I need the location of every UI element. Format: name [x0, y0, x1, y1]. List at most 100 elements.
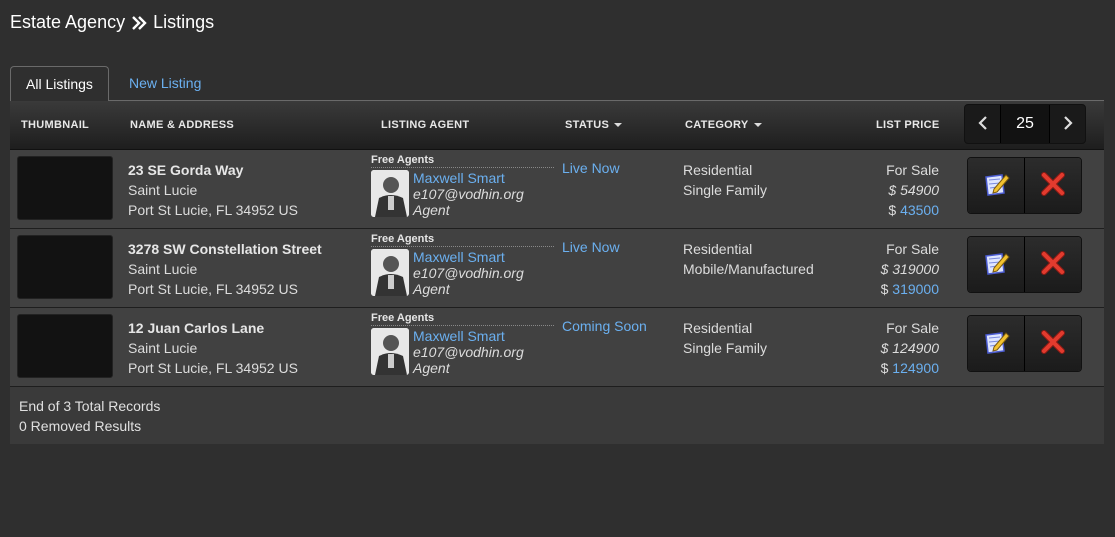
agent-name-link[interactable]: Maxwell Smart: [413, 170, 524, 186]
header-category-sort[interactable]: Category: [685, 101, 762, 150]
pager-next-button[interactable]: [1049, 105, 1085, 143]
agent-group: Free Agents: [371, 154, 554, 168]
breadcrumb-current: Listings: [153, 12, 215, 32]
category-sub: Single Family: [683, 182, 768, 198]
caret-down-icon: [614, 123, 623, 128]
listing-category: Residential Mobile/Manufactured: [683, 239, 814, 279]
agent-name-link[interactable]: Maxwell Smart: [413, 328, 524, 344]
listing-category: Residential Single Family: [683, 160, 767, 200]
listing-street[interactable]: 3278 SW Constellation Street: [128, 239, 322, 259]
chevron-left-icon: [977, 115, 989, 134]
caret-down-icon: [753, 123, 762, 128]
pager-prev-button[interactable]: [965, 105, 1001, 143]
listing-area: Saint Lucie: [128, 261, 198, 277]
total-records: End of 3 Total Records: [19, 398, 161, 414]
agent-role: Agent: [413, 360, 450, 376]
delete-x-icon: [1040, 171, 1066, 200]
listing-street[interactable]: 23 SE Gorda Way: [128, 160, 298, 180]
listing-city: Port St Lucie, FL 34952 US: [128, 202, 298, 218]
edit-pencil-icon: [982, 328, 1010, 359]
delete-button[interactable]: [1024, 316, 1081, 371]
chevron-right-icon: [1062, 115, 1074, 134]
removed-results: 0 Removed Results: [19, 418, 142, 434]
breadcrumb-root[interactable]: Estate Agency: [10, 12, 125, 33]
edit-button[interactable]: [968, 158, 1024, 213]
edit-button[interactable]: [968, 316, 1024, 371]
category-sub: Mobile/Manufactured: [683, 261, 814, 277]
category-main: Residential: [683, 320, 753, 336]
listings-table: Thumbnail Name & Address Listing Agent S…: [10, 101, 1104, 444]
listing-price: For Sale $ 54900 $ 43500: [886, 160, 939, 220]
listing-category: Residential Single Family: [683, 318, 767, 358]
listing-status[interactable]: Live Now: [562, 160, 620, 176]
listing-price: For Sale $ 124900 $ 124900: [881, 318, 939, 378]
delete-x-icon: [1040, 329, 1066, 358]
listing-thumbnail[interactable]: [17, 156, 113, 220]
price-original: $ 124900: [880, 340, 939, 356]
agent-group: Free Agents: [371, 312, 554, 326]
delete-x-icon: [1040, 250, 1066, 279]
page-size-pager: 25: [964, 104, 1086, 144]
agent-group: Free Agents: [371, 233, 554, 247]
table-row: 3278 SW Constellation Street Saint Lucie…: [10, 229, 1104, 308]
header-listing-agent: Listing Agent: [381, 119, 470, 131]
table-header: Thumbnail Name & Address Listing Agent S…: [10, 101, 1104, 150]
header-list-price: List Price: [876, 119, 940, 131]
agent-email: e107@vodhin.org: [413, 265, 524, 281]
tab-all-listings[interactable]: All Listings: [10, 66, 109, 102]
table-row: 12 Juan Carlos Lane Saint Lucie Port St …: [10, 308, 1104, 387]
listing-street[interactable]: 12 Juan Carlos Lane: [128, 318, 298, 338]
category-main: Residential: [683, 241, 753, 257]
agent-role: Agent: [413, 281, 450, 297]
agent-name-link[interactable]: Maxwell Smart: [413, 249, 524, 265]
delete-button[interactable]: [1024, 158, 1081, 213]
header-status-label: Status: [565, 119, 610, 131]
double-chevron-right-icon: [131, 15, 147, 30]
delete-button[interactable]: [1024, 237, 1081, 292]
price-type: For Sale: [886, 241, 939, 257]
listing-thumbnail[interactable]: [17, 314, 113, 378]
row-actions: [967, 236, 1082, 293]
listing-area: Saint Lucie: [128, 182, 198, 198]
edit-button[interactable]: [968, 237, 1024, 292]
listing-address: 12 Juan Carlos Lane Saint Lucie Port St …: [128, 318, 298, 378]
listing-address: 23 SE Gorda Way Saint Lucie Port St Luci…: [128, 160, 298, 220]
category-sub: Single Family: [683, 340, 768, 356]
listing-status[interactable]: Coming Soon: [562, 318, 647, 334]
agent-photo: [371, 249, 409, 296]
price-current[interactable]: 319000: [892, 281, 939, 297]
row-actions: [967, 315, 1082, 372]
agent-email: e107@vodhin.org: [413, 186, 524, 202]
price-type: For Sale: [886, 320, 939, 336]
listing-price: For Sale $ 319000 $ 319000: [881, 239, 939, 299]
table-footer: End of 3 Total Records 0 Removed Results: [10, 387, 1104, 444]
price-type: For Sale: [886, 162, 939, 178]
price-original: $ 319000: [880, 261, 939, 277]
listing-agent: Free Agents Maxwell Smart e107@vodhin.or…: [371, 154, 554, 218]
breadcrumb: Estate Agency Listings: [10, 12, 214, 33]
price-current[interactable]: 124900: [892, 360, 939, 376]
price-symbol: $: [888, 202, 897, 218]
agent-email: e107@vodhin.org: [413, 344, 524, 360]
price-symbol: $: [880, 281, 889, 297]
agent-photo: [371, 170, 409, 217]
edit-pencil-icon: [982, 249, 1010, 280]
listing-city: Port St Lucie, FL 34952 US: [128, 281, 298, 297]
listing-agent: Free Agents Maxwell Smart e107@vodhin.or…: [371, 233, 554, 297]
price-current[interactable]: 43500: [900, 202, 939, 218]
listing-status[interactable]: Live Now: [562, 239, 620, 255]
category-main: Residential: [683, 162, 753, 178]
header-thumbnail: Thumbnail: [21, 119, 90, 131]
listing-city: Port St Lucie, FL 34952 US: [128, 360, 298, 376]
agent-photo: [371, 328, 409, 375]
header-category-label: Category: [685, 119, 749, 131]
listing-area: Saint Lucie: [128, 340, 198, 356]
page-size-value[interactable]: 25: [1001, 105, 1049, 143]
table-row: 23 SE Gorda Way Saint Lucie Port St Luci…: [10, 150, 1104, 229]
listing-thumbnail[interactable]: [17, 235, 113, 299]
tab-new-listing[interactable]: New Listing: [114, 66, 216, 101]
row-actions: [967, 157, 1082, 214]
agent-role: Agent: [413, 202, 450, 218]
header-status-sort[interactable]: Status: [565, 101, 623, 150]
header-name-address: Name & Address: [130, 119, 235, 131]
